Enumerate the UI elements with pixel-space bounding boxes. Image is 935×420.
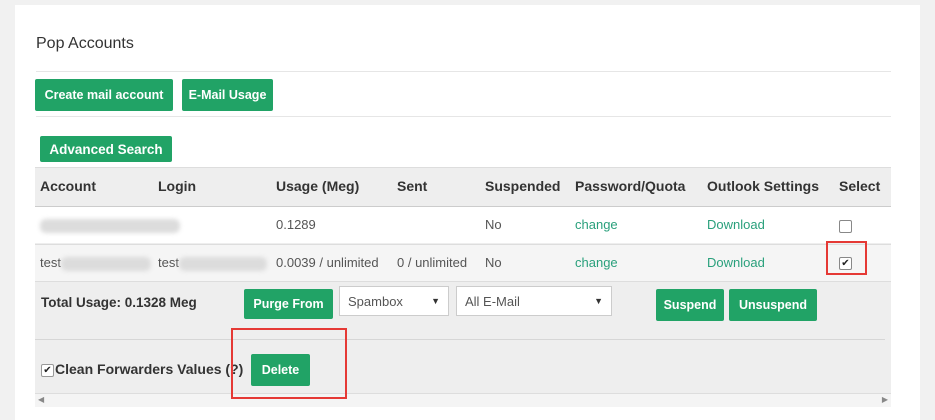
header-password-quota: Password/Quota bbox=[575, 178, 686, 194]
select-checkbox[interactable] bbox=[839, 220, 852, 233]
outlook-download-link[interactable]: Download bbox=[707, 217, 765, 232]
pop-accounts-panel: Pop Accounts Create mail account E-Mail … bbox=[15, 5, 920, 420]
suspended-cell: No bbox=[485, 255, 502, 270]
header-outlook-settings: Outlook Settings bbox=[707, 178, 819, 194]
divider bbox=[35, 339, 885, 340]
table-row: test test 0.0039 / unlimited 0 / unlimit… bbox=[35, 244, 891, 282]
delete-highlight-box bbox=[231, 328, 347, 399]
outlook-download-link[interactable]: Download bbox=[707, 255, 765, 270]
sent-cell: 0 / unlimited bbox=[397, 255, 468, 270]
header-select: Select bbox=[839, 178, 881, 194]
header-usage: Usage (Meg) bbox=[276, 178, 360, 194]
account-cell: test bbox=[40, 255, 151, 271]
dropdown-caret-icon: ▼ bbox=[431, 296, 440, 306]
clean-forwarders-checkbox[interactable]: ✔ bbox=[41, 364, 54, 377]
divider bbox=[36, 116, 891, 117]
usage-cell: 0.0039 / unlimited bbox=[276, 255, 379, 270]
header-login: Login bbox=[158, 178, 197, 194]
accounts-table: Account Login Usage (Meg) Sent Suspended… bbox=[35, 167, 891, 407]
scroll-left-icon[interactable]: ◀ bbox=[38, 395, 44, 404]
checkbox-checked-icon: ✔ bbox=[43, 365, 52, 376]
create-mail-account-button[interactable]: Create mail account bbox=[35, 79, 173, 111]
total-usage-label: Total Usage: 0.1328 Meg bbox=[41, 295, 197, 310]
advanced-search-button[interactable]: Advanced Search bbox=[40, 136, 172, 162]
change-password-link[interactable]: change bbox=[575, 217, 618, 232]
select-highlight-box bbox=[826, 241, 867, 275]
account-cell bbox=[40, 217, 180, 233]
table-header: Account Login Usage (Meg) Sent Suspended… bbox=[35, 167, 891, 207]
header-account: Account bbox=[40, 178, 96, 194]
horizontal-scrollbar[interactable]: ◀ ▶ bbox=[35, 393, 891, 407]
suspended-cell: No bbox=[485, 217, 502, 232]
header-suspended: Suspended bbox=[485, 178, 561, 194]
purge-from-button[interactable]: Purge From bbox=[244, 289, 333, 319]
email-usage-button[interactable]: E-Mail Usage bbox=[182, 79, 273, 111]
unsuspend-button[interactable]: Unsuspend bbox=[729, 289, 817, 321]
usage-cell: 0.1289 bbox=[276, 217, 316, 232]
dropdown-caret-icon: ▼ bbox=[594, 296, 603, 306]
page-title: Pop Accounts bbox=[36, 35, 134, 52]
clean-forwarders-label: Clean Forwarders Values (?) bbox=[55, 361, 244, 377]
email-type-select[interactable]: All E-Mail ▼ bbox=[456, 286, 612, 316]
divider bbox=[36, 71, 891, 72]
suspend-button[interactable]: Suspend bbox=[656, 289, 724, 321]
change-password-link[interactable]: change bbox=[575, 255, 618, 270]
scroll-right-icon[interactable]: ▶ bbox=[882, 395, 888, 404]
header-sent: Sent bbox=[397, 178, 428, 194]
login-cell: test bbox=[158, 255, 267, 271]
table-row: 0.1289 No change Download bbox=[35, 207, 891, 243]
folder-select[interactable]: Spambox ▼ bbox=[339, 286, 449, 316]
